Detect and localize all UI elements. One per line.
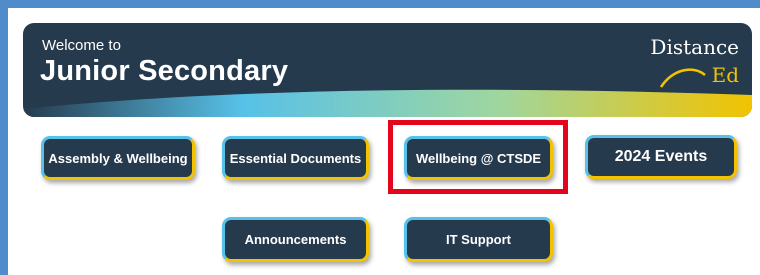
events-2024-button[interactable]: 2024 Events [585, 135, 737, 179]
logo-arc-icon [659, 68, 706, 88]
button-label: IT Support [446, 232, 511, 247]
announcements-button[interactable]: Announcements [222, 217, 369, 262]
button-label: 2024 Events [614, 148, 708, 165]
page-title: Junior Secondary [40, 55, 289, 87]
button-label: Assembly & Wellbeing [48, 150, 188, 166]
logo-text-ed: Ed [711, 63, 739, 87]
button-label: Essential Documents [229, 150, 362, 166]
distance-ed-logo: Distance Ed [619, 35, 739, 95]
button-label: Announcements [244, 232, 347, 247]
highlight-box [388, 120, 568, 194]
it-support-button[interactable]: IT Support [404, 217, 553, 262]
header-banner: Welcome to Junior Secondary Distance Ed [23, 23, 752, 117]
welcome-text: Welcome to [42, 37, 121, 54]
essential-documents-button[interactable]: Essential Documents [222, 136, 369, 180]
assembly-wellbeing-button[interactable]: Assembly & Wellbeing [41, 136, 195, 180]
logo-text-distance: Distance [650, 35, 739, 59]
